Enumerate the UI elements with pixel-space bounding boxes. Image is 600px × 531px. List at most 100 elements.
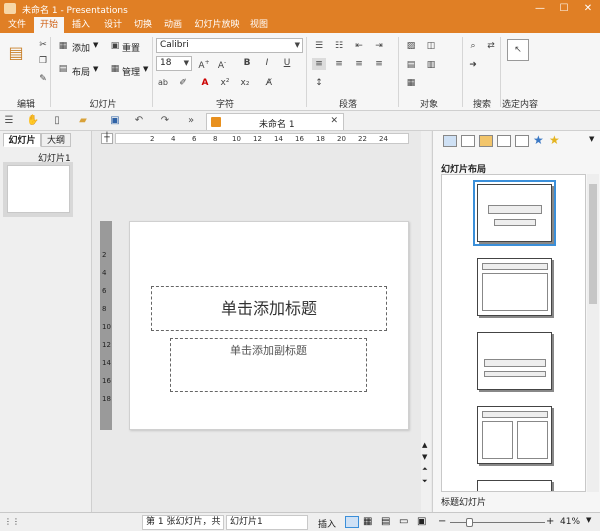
- favorite-star-icon[interactable]: ★: [549, 133, 560, 147]
- grow-font-icon[interactable]: A+: [197, 57, 211, 71]
- layout-button[interactable]: 布局: [72, 65, 90, 78]
- increase-indent-icon[interactable]: ⇥: [372, 40, 386, 52]
- chevron-down-icon[interactable]: ▼: [589, 135, 594, 143]
- chevron-down-icon[interactable]: ▼: [93, 41, 98, 49]
- add-slide-button[interactable]: 添加: [72, 41, 90, 54]
- layout-scrollbar[interactable]: [587, 174, 599, 492]
- master-icon[interactable]: [515, 135, 529, 147]
- reset-slide-button[interactable]: 重置: [122, 41, 140, 54]
- prev-slide-icon[interactable]: ⏶: [422, 465, 428, 474]
- chevron-down-icon[interactable]: ▼: [93, 65, 98, 73]
- decrease-indent-icon[interactable]: ⇤: [352, 40, 366, 52]
- superscript-icon[interactable]: x²: [218, 77, 232, 89]
- italic-icon[interactable]: I: [260, 57, 274, 69]
- align-left-icon[interactable]: ≡: [312, 58, 326, 70]
- menu-file[interactable]: 文件: [2, 17, 32, 33]
- slide-thumbnail[interactable]: [7, 165, 70, 213]
- chevron-down-icon[interactable]: ▼: [586, 516, 591, 524]
- paste-icon[interactable]: ▤: [6, 41, 26, 65]
- redo-icon[interactable]: ↷: [158, 114, 172, 128]
- menu-insert[interactable]: 插入: [66, 17, 96, 33]
- zoom-out-icon[interactable]: −: [438, 516, 446, 527]
- menu-transition[interactable]: 切换: [128, 17, 158, 33]
- highlight-icon[interactable]: ✐: [176, 77, 190, 89]
- menu-view[interactable]: 视图: [244, 17, 274, 33]
- menu-slideshow[interactable]: 幻灯片放映: [190, 17, 244, 33]
- maximize-button[interactable]: ☐: [552, 0, 576, 17]
- insert-mode[interactable]: 插入: [318, 517, 336, 530]
- slideshow-view-icon[interactable]: ▭: [399, 516, 408, 527]
- picture-icon[interactable]: ▨: [404, 40, 418, 52]
- notes-view-icon[interactable]: ▤: [381, 516, 390, 527]
- replace-icon[interactable]: ⇄: [484, 40, 498, 52]
- manage-button[interactable]: 管理: [122, 65, 140, 78]
- numbered-list-icon[interactable]: ☷: [332, 40, 346, 52]
- font-color-icon[interactable]: A: [198, 77, 212, 89]
- font-size-combo[interactable]: 18 ▼: [156, 56, 192, 71]
- canvas-vertical-scrollbar[interactable]: ▲ ▼ ⏶ ⏷: [421, 131, 431, 512]
- sorter-view-icon[interactable]: ▦: [363, 516, 372, 527]
- layout-panel-icon[interactable]: [443, 135, 457, 147]
- zoom-slider-track[interactable]: [450, 522, 545, 523]
- shape-icon[interactable]: ◫: [424, 40, 438, 52]
- scroll-up-icon[interactable]: ▲: [422, 441, 427, 449]
- chart-icon[interactable]: ▥: [424, 59, 438, 71]
- minimize-button[interactable]: —: [528, 0, 552, 17]
- background-icon[interactable]: [497, 135, 511, 147]
- goto-icon[interactable]: ➜: [466, 59, 480, 71]
- scrollbar-thumb[interactable]: [589, 184, 597, 304]
- menu-home[interactable]: 开始: [34, 17, 64, 33]
- align-center-icon[interactable]: ≡: [332, 58, 346, 70]
- justify-icon[interactable]: ≡: [372, 58, 386, 70]
- ruler-origin-icon[interactable]: ┼: [101, 133, 113, 144]
- layout-title-content[interactable]: [477, 258, 552, 316]
- cut-icon[interactable]: ✂: [36, 39, 50, 51]
- layout-section-header[interactable]: [477, 332, 552, 390]
- master-view-icon[interactable]: ▣: [417, 516, 426, 527]
- align-right-icon[interactable]: ≡: [352, 58, 366, 70]
- search-icon[interactable]: ⌕: [466, 40, 480, 52]
- zoom-level[interactable]: 41%: [560, 517, 580, 527]
- document-tab[interactable]: 未命名 1 ✕: [206, 113, 344, 130]
- chevron-down-icon[interactable]: ▼: [143, 65, 148, 73]
- underline-icon[interactable]: U: [280, 57, 294, 69]
- layout-two-content[interactable]: [477, 406, 552, 464]
- scroll-down-icon[interactable]: ▼: [422, 453, 427, 461]
- line-spacing-icon[interactable]: ↕: [312, 77, 326, 89]
- next-slide-icon[interactable]: ⏷: [422, 477, 428, 486]
- hand-tool-icon[interactable]: ✋: [26, 114, 40, 128]
- zoom-slider-handle[interactable]: [466, 518, 473, 527]
- undo-icon[interactable]: ↶: [132, 114, 146, 128]
- color-scheme-icon[interactable]: [479, 135, 493, 147]
- more-icon[interactable]: »: [184, 114, 198, 128]
- copy-icon[interactable]: ❐: [36, 55, 50, 67]
- normal-view-icon[interactable]: [345, 516, 359, 528]
- layout-comparison[interactable]: [477, 480, 552, 491]
- new-document-icon[interactable]: ▯: [50, 114, 64, 128]
- animation-star-icon[interactable]: ★: [533, 133, 544, 147]
- close-button[interactable]: ✕: [576, 0, 600, 17]
- tab-slides[interactable]: 幻灯片: [3, 133, 41, 147]
- hamburger-menu-icon[interactable]: ☰: [2, 114, 16, 128]
- open-folder-icon[interactable]: ▰: [76, 114, 90, 128]
- close-tab-icon[interactable]: ✕: [330, 116, 338, 126]
- format-painter-icon[interactable]: ✎: [36, 73, 50, 85]
- shrink-font-icon[interactable]: A-: [215, 57, 229, 71]
- strikethrough-icon[interactable]: ab: [156, 77, 170, 89]
- save-icon[interactable]: ▣: [108, 114, 122, 128]
- select-pointer-icon[interactable]: ↖: [507, 39, 529, 61]
- subscript-icon[interactable]: x₂: [238, 77, 252, 89]
- bullet-list-icon[interactable]: ☰: [312, 40, 326, 52]
- clear-format-icon[interactable]: A̸: [262, 77, 276, 89]
- layout-title-slide[interactable]: [473, 180, 556, 246]
- font-name-combo[interactable]: Calibri ▼: [156, 38, 303, 53]
- textbox-icon[interactable]: ▤: [404, 59, 418, 71]
- subtitle-placeholder[interactable]: 单击添加副标题: [170, 338, 367, 392]
- menu-design[interactable]: 设计: [98, 17, 128, 33]
- zoom-in-icon[interactable]: +: [546, 516, 554, 527]
- menu-animation[interactable]: 动画: [158, 17, 188, 33]
- design-panel-icon[interactable]: [461, 135, 475, 147]
- table-icon[interactable]: ▦: [404, 77, 418, 89]
- bold-icon[interactable]: B: [240, 57, 254, 69]
- tab-outline[interactable]: 大纲: [41, 133, 71, 147]
